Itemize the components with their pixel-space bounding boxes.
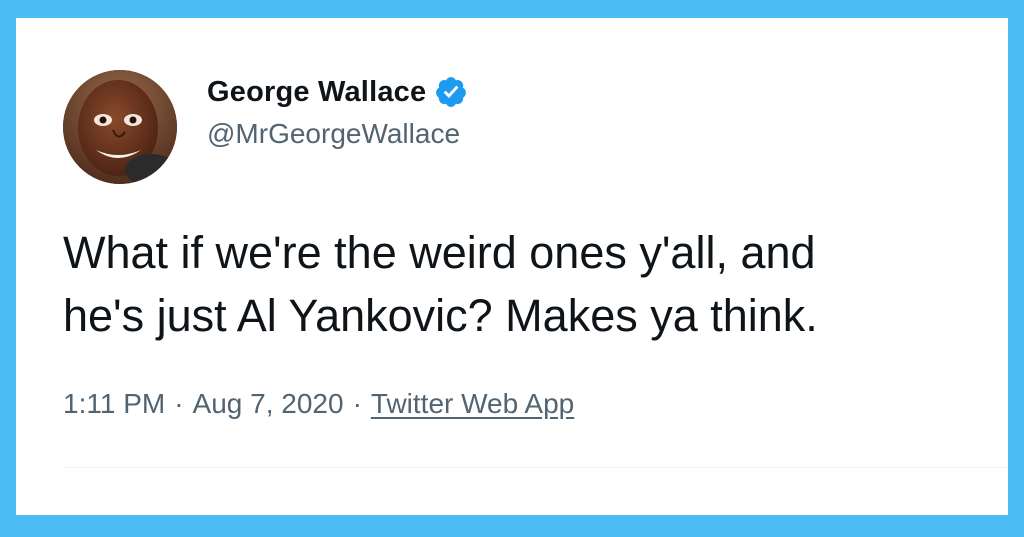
tweet-text-line: What if we're the weird ones y'all, and — [63, 227, 816, 278]
avatar-photo — [63, 70, 177, 184]
avatar[interactable] — [63, 70, 177, 184]
tweet-time[interactable]: 1:11 PM — [63, 388, 165, 419]
source-link[interactable]: Twitter Web App — [371, 388, 574, 419]
author-handle[interactable]: @MrGeorgeWallace — [207, 118, 460, 150]
divider — [63, 467, 1008, 468]
author-name-row: George Wallace — [207, 72, 468, 112]
author-name[interactable]: George Wallace — [207, 76, 426, 109]
meta-separator: · — [174, 388, 184, 419]
tweet-date[interactable]: Aug 7, 2020 — [193, 388, 344, 419]
tweet-card: George Wallace @MrGeorgeWallace What if … — [16, 18, 1008, 515]
meta-separator: · — [352, 388, 362, 419]
verified-badge-icon — [434, 75, 468, 109]
tweet-text-line: he's just Al Yankovic? Makes ya think. — [63, 290, 818, 341]
tweet-meta: 1:11 PM · Aug 7, 2020 · Twitter Web App — [63, 388, 574, 420]
tweet-text: What if we're the weird ones y'all, and … — [63, 221, 1003, 347]
